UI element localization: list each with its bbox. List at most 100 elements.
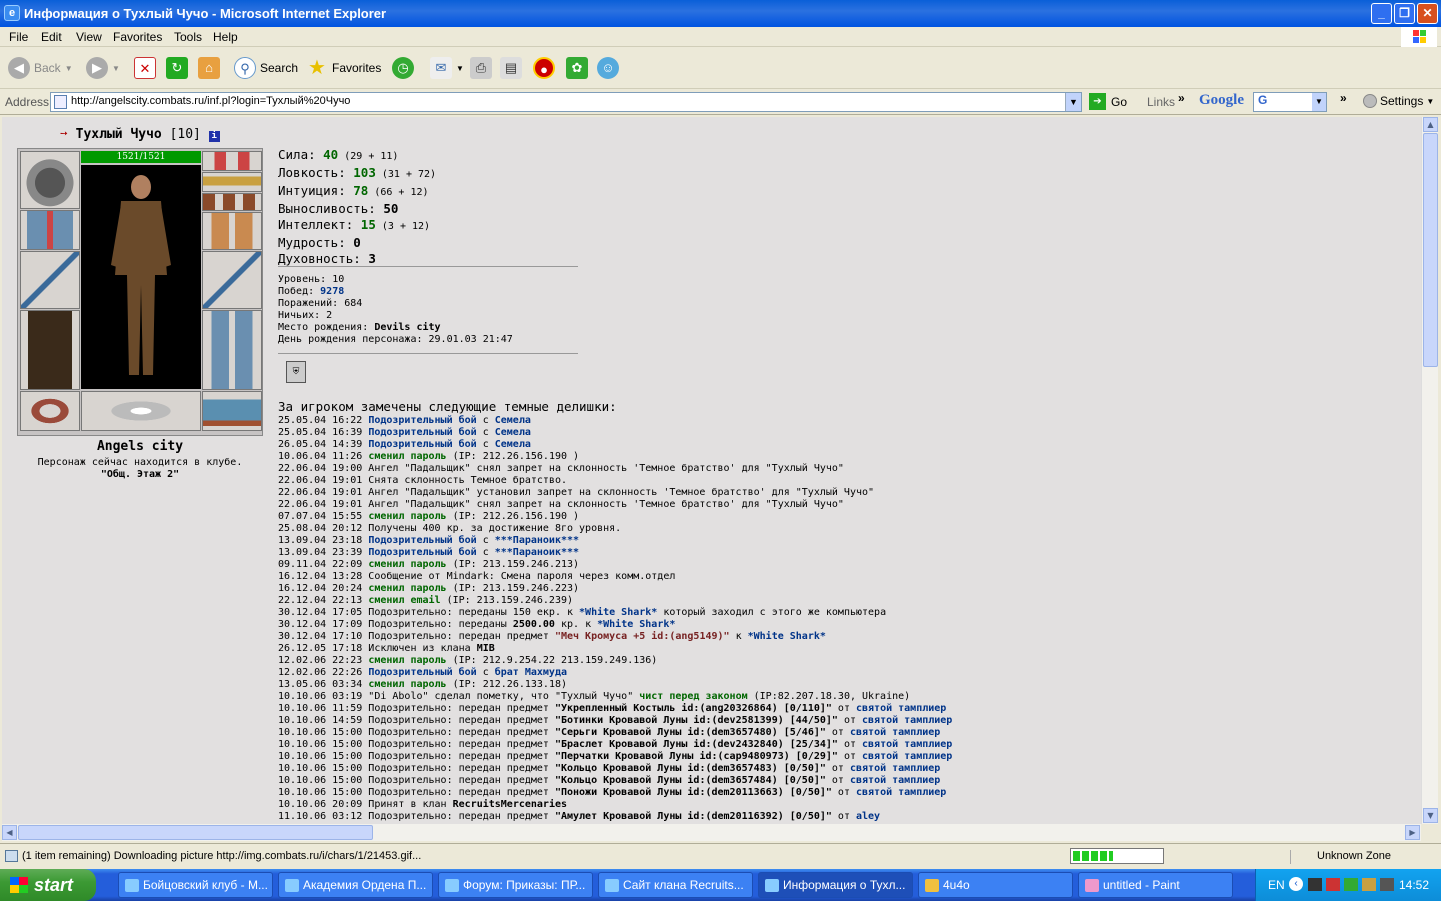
chevron-down-icon[interactable]: ▼ — [112, 64, 120, 73]
chevron-down-icon[interactable]: ▼ — [456, 64, 464, 73]
log-link[interactable]: святой тамплиер — [862, 739, 952, 750]
chevron-right-icon[interactable]: » — [1340, 91, 1347, 105]
log-link[interactable]: Подозрительный бой — [368, 547, 476, 558]
info-value[interactable]: 9278 — [320, 286, 344, 297]
refresh-button[interactable]: ↻ — [166, 55, 188, 81]
log-link[interactable]: брат Махмуда — [495, 667, 567, 678]
start-button[interactable]: start — [0, 869, 96, 901]
log-link[interactable]: ***Параноик*** — [495, 535, 579, 546]
menu-favorites[interactable]: Favorites — [113, 30, 162, 44]
helmet-slot[interactable] — [20, 151, 80, 209]
menu-edit[interactable]: Edit — [41, 30, 62, 44]
task-academy[interactable]: Академия Ордена П... — [278, 872, 433, 898]
log-link[interactable]: Подозрительный бой — [368, 535, 476, 546]
history-button[interactable]: ◷ — [392, 55, 414, 81]
close-button[interactable]: ✕ — [1417, 3, 1438, 24]
menu-help[interactable]: Help — [213, 30, 238, 44]
go-button[interactable]: ➔ Go — [1089, 93, 1127, 110]
language-indicator[interactable]: EN — [1268, 878, 1285, 892]
maximize-button[interactable]: ❐ — [1394, 3, 1415, 24]
log-link[interactable]: Подозрительный бой — [368, 667, 476, 678]
task-forum[interactable]: Форум: Приказы: ПР... — [438, 872, 593, 898]
chevron-right-icon[interactable]: » — [1178, 91, 1185, 105]
menu-file[interactable]: File — [9, 30, 28, 44]
task-fight-club[interactable]: Бойцовский клуб - M... — [118, 872, 273, 898]
gloves-slot[interactable] — [202, 212, 262, 250]
links-label[interactable]: Links — [1147, 95, 1175, 109]
messenger-button[interactable]: ☺ — [597, 55, 619, 81]
rings-slot[interactable] — [202, 193, 262, 211]
print-button[interactable]: ⎙ — [470, 55, 492, 81]
bracer-slot[interactable] — [20, 210, 80, 250]
greaves-slot[interactable] — [202, 310, 262, 390]
log-link[interactable]: святой тамплиер — [856, 787, 946, 798]
back-button[interactable]: ◀ Back ▼ — [8, 55, 73, 81]
armor-slot[interactable] — [20, 310, 80, 390]
google-search-input[interactable]: G ▼ — [1253, 92, 1327, 112]
vertical-scrollbar[interactable]: ▲ ▼ — [1421, 117, 1438, 824]
weapon-slot-left[interactable] — [20, 251, 80, 309]
scroll-down-icon[interactable]: ▼ — [1423, 808, 1438, 823]
log-link[interactable]: Подозрительный бой — [368, 415, 476, 426]
vertical-scroll-thumb[interactable] — [1423, 133, 1438, 367]
log-link[interactable]: Семела — [495, 439, 531, 450]
task-paint[interactable]: untitled - Paint — [1078, 872, 1233, 898]
settings-button[interactable]: Settings ▼ — [1363, 94, 1434, 108]
log-link[interactable]: aley — [856, 811, 880, 822]
log-link[interactable]: святой тамплиер — [862, 715, 952, 726]
log-link[interactable]: *White Shark* — [579, 607, 657, 618]
scroll-up-icon[interactable]: ▲ — [1423, 117, 1438, 132]
icq-tray-icon[interactable] — [1344, 878, 1358, 891]
amulet-slot[interactable] — [202, 172, 262, 192]
horizontal-scrollbar[interactable]: ◀ ▶ — [2, 824, 1421, 841]
search-button[interactable]: ⚲ Search — [234, 55, 298, 81]
title-bar[interactable]: e Информация о Тухлый Чучо - Microsoft I… — [0, 0, 1441, 27]
clock[interactable]: 14:52 — [1399, 878, 1429, 892]
icq-button[interactable]: ✿ — [566, 55, 588, 81]
belt-slot[interactable] — [20, 391, 80, 431]
home-button[interactable]: ⌂ — [198, 55, 220, 81]
tray-app-icon[interactable] — [1308, 878, 1322, 891]
log-link[interactable]: Семела — [495, 427, 531, 438]
tray-app-icon[interactable] — [1362, 878, 1376, 891]
log-link[interactable]: Подозрительный бой — [368, 439, 476, 450]
log-link[interactable]: святой тамплиер — [862, 751, 952, 762]
earrings-slot[interactable] — [202, 151, 262, 171]
menu-tools[interactable]: Tools — [174, 30, 202, 44]
task-character-info[interactable]: Информация о Тухл... — [758, 872, 913, 898]
tray-app-icon[interactable] — [1326, 878, 1340, 891]
tray-app-icon[interactable] — [1380, 878, 1394, 891]
chevron-down-icon[interactable]: ▼ — [1312, 93, 1326, 111]
stop-button[interactable]: ✕ — [134, 55, 156, 81]
task-clan-site[interactable]: Сайт клана Recruits... — [598, 872, 753, 898]
show-hidden-icons-icon[interactable]: ‹ — [1289, 877, 1303, 891]
log-link[interactable]: святой тамплиер — [850, 775, 940, 786]
log-link[interactable]: святой тамплиер — [850, 727, 940, 738]
boots-slot[interactable] — [202, 391, 262, 431]
edit-button[interactable]: ▤ — [500, 55, 522, 81]
clan-badge-icon[interactable]: ⛨ — [286, 361, 306, 383]
log-link[interactable]: Подозрительный бой — [368, 427, 476, 438]
favorites-button[interactable]: ★ Favorites — [306, 55, 381, 81]
log-link[interactable]: святой тамплиер — [856, 703, 946, 714]
menu-view[interactable]: View — [76, 30, 102, 44]
extension-button-1[interactable]: ● — [533, 55, 555, 81]
chevron-down-icon[interactable]: ▼ — [1065, 93, 1081, 111]
private-arrow-icon[interactable]: ➙ — [60, 127, 68, 142]
scroll-left-icon[interactable]: ◀ — [2, 825, 17, 840]
log-link[interactable]: ***Параноик*** — [495, 547, 579, 558]
log-link[interactable]: *White Shark* — [748, 631, 826, 642]
chevron-down-icon[interactable]: ▼ — [65, 64, 73, 73]
log-link[interactable]: *White Shark* — [597, 619, 675, 630]
task-folder[interactable]: 4u4o — [918, 872, 1073, 898]
weapon-slot-right[interactable] — [202, 251, 262, 309]
scroll-right-icon[interactable]: ▶ — [1405, 825, 1420, 840]
horizontal-scroll-thumb[interactable] — [18, 825, 373, 840]
address-input[interactable]: http://angelscity.combats.ru/inf.pl?logi… — [50, 92, 1082, 112]
log-link[interactable]: Семела — [495, 415, 531, 426]
log-link[interactable]: святой тамплиер — [850, 763, 940, 774]
minimize-button[interactable]: _ — [1371, 3, 1392, 24]
info-icon[interactable]: i — [208, 131, 220, 142]
forward-button[interactable]: ▶ ▼ — [86, 55, 120, 81]
mail-button[interactable]: ✉ ▼ — [430, 55, 464, 81]
